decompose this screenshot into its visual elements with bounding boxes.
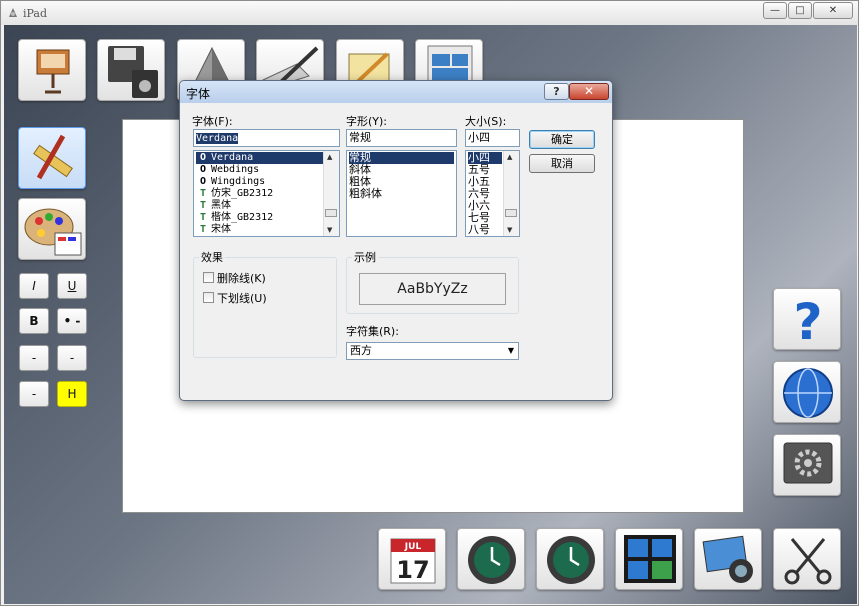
time-machine-icon: [547, 536, 595, 584]
font-list-scrollbar[interactable]: ▲ ▼: [323, 151, 339, 236]
scroll-down-icon[interactable]: ▼: [507, 226, 512, 234]
chevron-down-icon[interactable]: ▼: [508, 344, 514, 358]
font-label: 字体(F):: [192, 115, 233, 128]
style-list-item[interactable]: 粗斜体: [349, 188, 382, 200]
underline-checkbox[interactable]: [203, 292, 214, 303]
truetype-font-icon: T: [199, 224, 207, 235]
scroll-up-icon[interactable]: ▲: [507, 153, 512, 161]
help-glyph: ?: [793, 293, 822, 350]
font-dialog: 字体 ? ✕ 字体(F): Verdana O Verdana O Webdings…: [179, 80, 613, 401]
scroll-up-icon[interactable]: ▲: [327, 153, 332, 161]
cancel-button[interactable]: 取消: [529, 154, 595, 173]
scrollbar-thumb[interactable]: [505, 209, 517, 217]
font-list[interactable]: O Verdana O Webdings O Wingdings T 仿宋_GB2312…: [193, 150, 340, 237]
scrollbar-thumb[interactable]: [325, 209, 337, 217]
font-name-value: Verdana: [196, 133, 239, 144]
bullet-button[interactable]: • -: [57, 308, 87, 334]
charset-label: 字符集(R):: [346, 325, 399, 338]
font-list-item[interactable]: T 宋体: [196, 224, 231, 236]
effects-label: 效果: [199, 249, 225, 265]
save-disk-icon: [108, 46, 158, 98]
dialog-title: 字体: [186, 87, 211, 101]
font-style-field[interactable]: 常规: [346, 129, 457, 147]
font-list-item[interactable]: T 楷体_GB2312: [196, 212, 273, 224]
italic-button[interactable]: I: [19, 273, 49, 299]
title-bar[interactable]: iPad — □ ✕: [1, 1, 858, 25]
keynote-icon: [36, 49, 70, 94]
close-button[interactable]: ✕: [813, 2, 853, 19]
font-list-item[interactable]: O Webdings: [196, 164, 259, 176]
dialog-title-bar[interactable]: 字体 ? ✕: [180, 81, 612, 103]
dialog-close-button[interactable]: ✕: [569, 83, 609, 100]
opentype-font-icon: O: [199, 176, 207, 187]
keynote-button[interactable]: [18, 39, 86, 101]
strikeout-label[interactable]: 删除线(K): [217, 270, 266, 286]
calendar-icon: JUL 17: [390, 538, 436, 584]
charset-value: 西方: [350, 344, 372, 357]
minimize-button[interactable]: —: [763, 2, 787, 19]
dialog-help-button[interactable]: ?: [544, 83, 569, 100]
dashboard-button[interactable]: [615, 528, 683, 590]
palette-icon: [24, 208, 82, 256]
calendar-button[interactable]: JUL 17: [378, 528, 446, 590]
truetype-font-icon: T: [199, 212, 207, 223]
window-title: iPad: [23, 7, 48, 20]
globe-icon: [783, 368, 833, 418]
time-machine-button-2[interactable]: [536, 528, 604, 590]
size-list-item[interactable]: 八号: [468, 224, 490, 236]
font-name-field[interactable]: Verdana: [193, 129, 340, 147]
underline-label[interactable]: 下划线(U): [217, 290, 267, 306]
font-list-item[interactable]: T 黑体: [196, 200, 231, 212]
font-list-item[interactable]: O Wingdings: [196, 176, 265, 188]
size-label: 大小(S):: [465, 115, 507, 128]
opentype-font-icon: O: [199, 164, 207, 175]
palette-button[interactable]: [18, 198, 86, 260]
help-tile-button[interactable]: ?: [773, 288, 841, 350]
truetype-font-icon: T: [199, 200, 207, 211]
charset-select[interactable]: 西方 ▼: [346, 342, 519, 360]
help-icon: ?: [793, 293, 822, 350]
dashboard-icon: [624, 535, 676, 583]
highlight-button[interactable]: H: [57, 381, 87, 407]
scissors-icon: [784, 538, 832, 585]
format-button-a[interactable]: -: [19, 345, 49, 371]
ok-button[interactable]: 确定: [529, 130, 595, 149]
bold-button[interactable]: B: [19, 308, 49, 334]
time-machine-button-1[interactable]: [457, 528, 525, 590]
calendar-month: JUL: [404, 542, 422, 552]
time-machine-icon: [468, 536, 516, 584]
style-list[interactable]: 常规 斜体 粗体 粗斜体: [346, 150, 457, 237]
globe-button[interactable]: [773, 361, 841, 423]
drawing-tool-button[interactable]: [18, 127, 86, 189]
app-icon: [9, 8, 17, 17]
strikeout-checkbox[interactable]: [203, 272, 214, 283]
font-size-field[interactable]: 小四: [465, 129, 520, 147]
settings-button[interactable]: [773, 434, 841, 496]
scissors-button[interactable]: [773, 528, 841, 590]
format-button-c[interactable]: -: [19, 381, 49, 407]
size-list-scrollbar[interactable]: ▲ ▼: [503, 151, 519, 236]
save-button[interactable]: [97, 39, 165, 101]
style-label: 字形(Y):: [346, 115, 388, 128]
maximize-button[interactable]: □: [788, 2, 812, 19]
font-list-item[interactable]: T 仿宋_GB2312: [196, 188, 273, 200]
scroll-down-icon[interactable]: ▼: [327, 226, 332, 234]
size-list[interactable]: 小四 五号 小五 六号 小六 七号 八号 ▲ ▼: [465, 150, 520, 237]
app-window: iPad — □ ✕ I U B • - - - - H ? JUL 17 字体…: [0, 0, 859, 606]
opentype-font-icon: O: [199, 152, 207, 163]
photo-icon: [702, 535, 753, 583]
sample-label: 示例: [352, 249, 378, 265]
truetype-font-icon: T: [199, 188, 207, 199]
pencil-ruler-icon: [33, 134, 73, 180]
underline-button[interactable]: U: [57, 273, 87, 299]
sample-preview: AaBbYyZz: [359, 273, 506, 305]
settings-icon: [783, 442, 833, 484]
font-list-item[interactable]: O Verdana: [196, 152, 334, 164]
format-button-b[interactable]: -: [57, 345, 87, 371]
photo-button[interactable]: [694, 528, 762, 590]
calendar-day: 17: [396, 556, 429, 584]
